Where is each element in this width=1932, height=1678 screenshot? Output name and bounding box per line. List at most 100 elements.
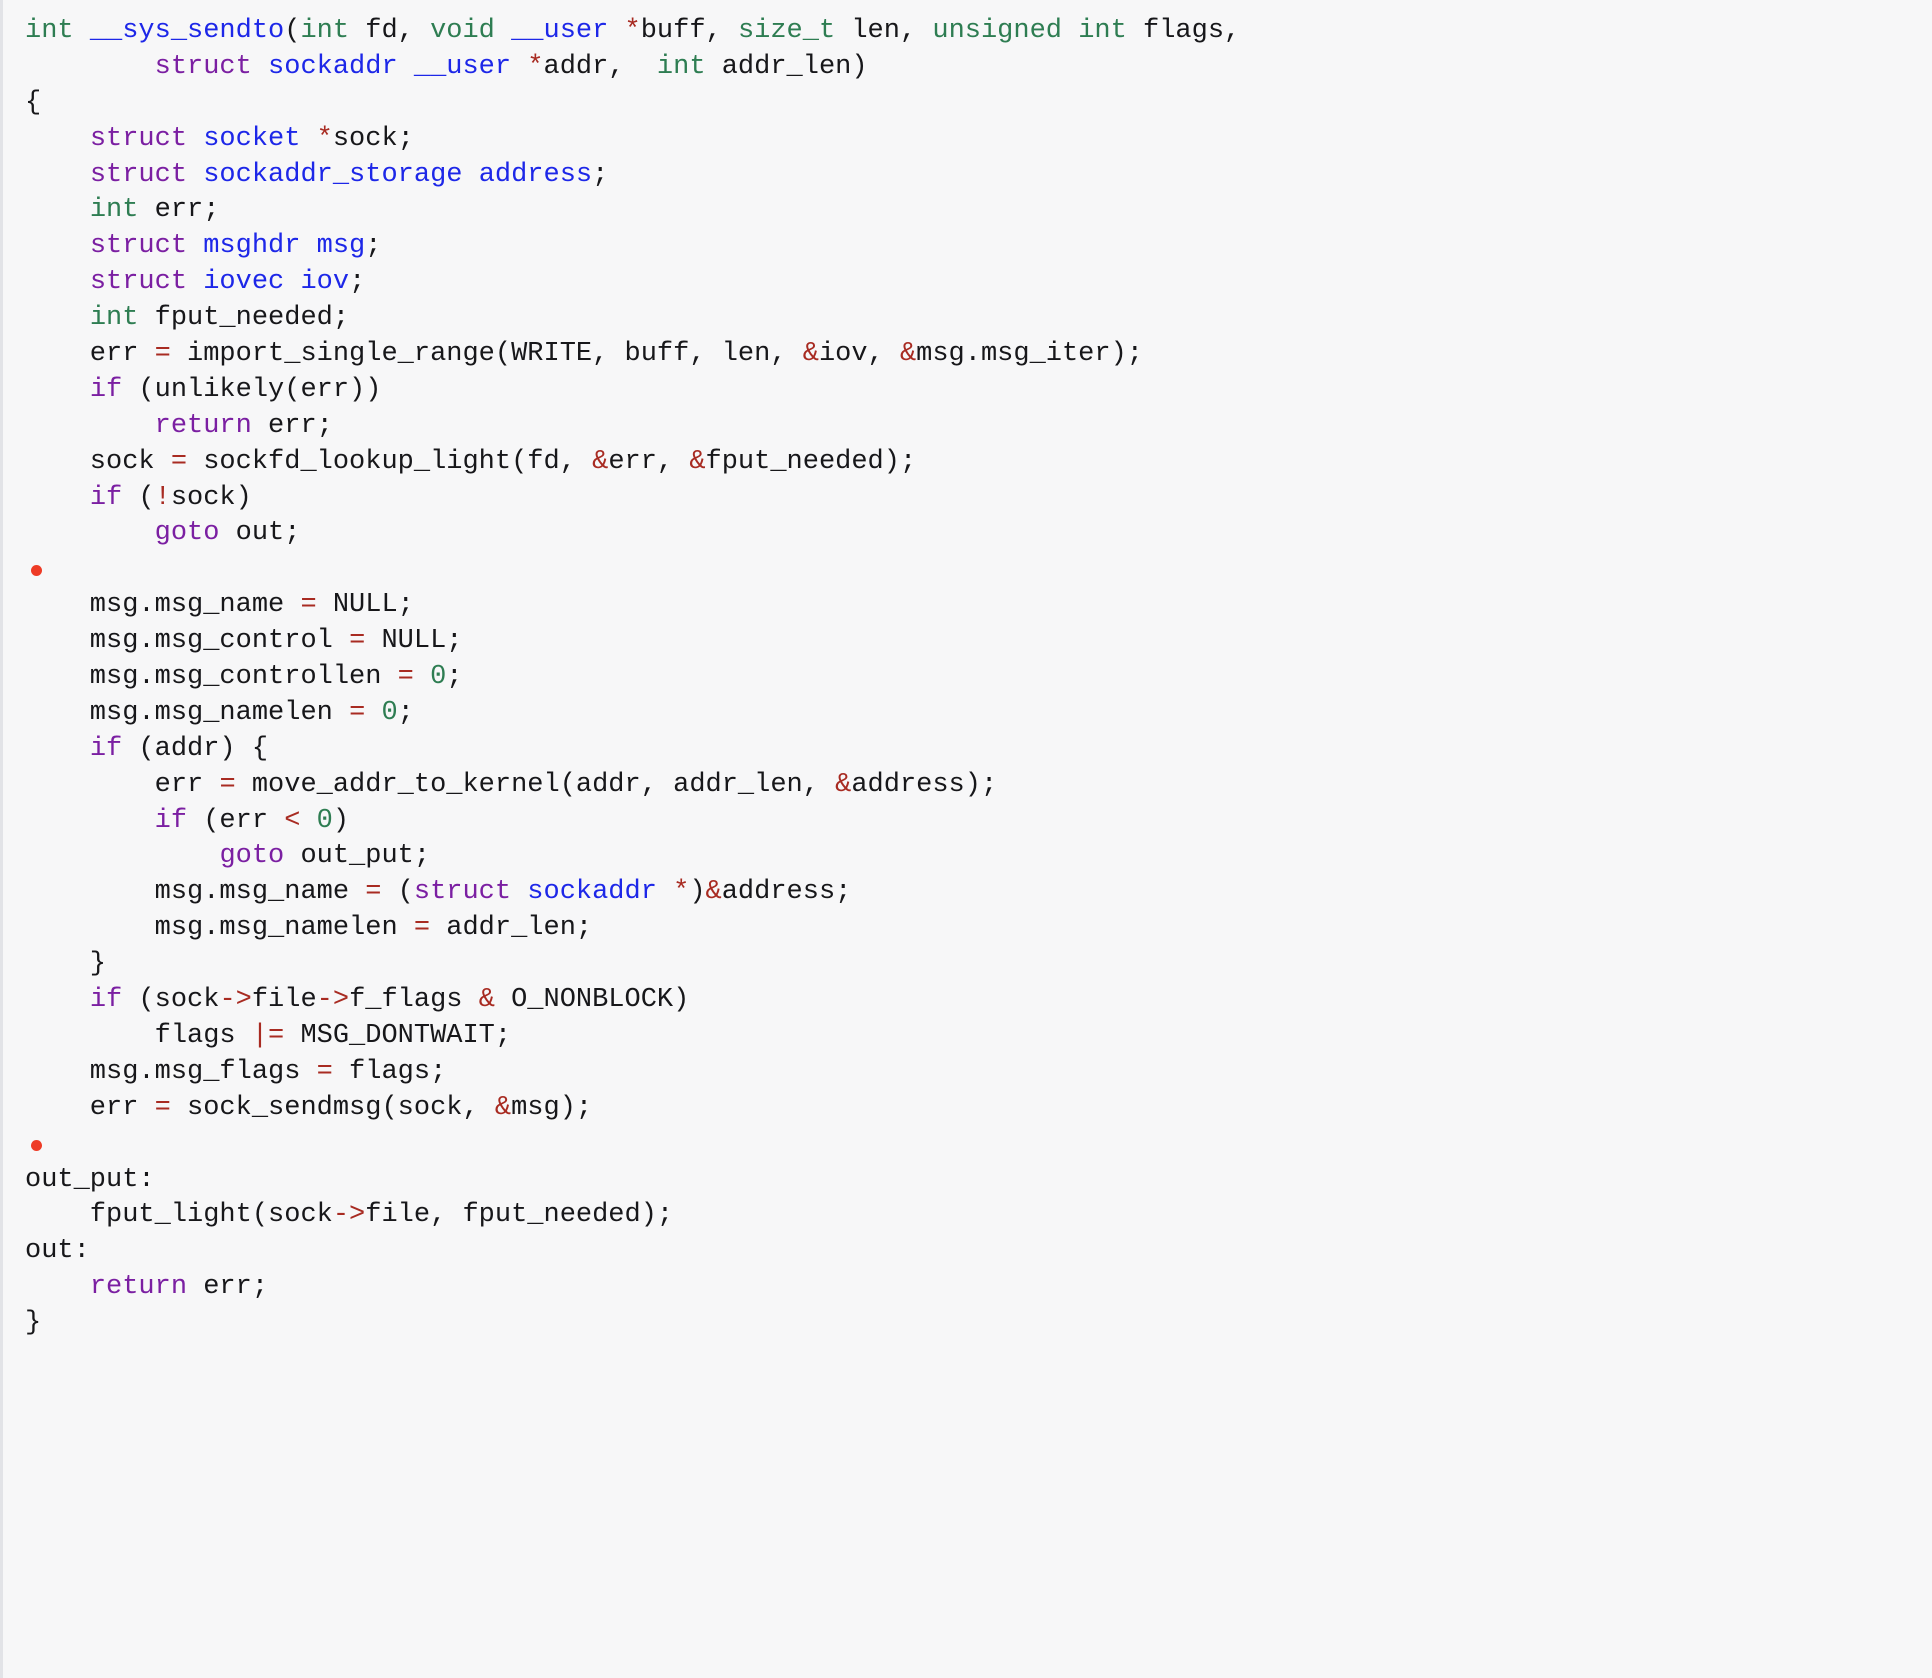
- code-token: =: [170, 446, 188, 477]
- code-token: ->: [219, 985, 252, 1016]
- code-token: =: [397, 662, 414, 693]
- code-line[interactable]: if (sock->file->f_flags & O_NONBLOCK): [3, 983, 1932, 1019]
- code-token: out_put:: [25, 1164, 155, 1195]
- code-token: return: [154, 410, 252, 441]
- code-line[interactable]: goto out_put;: [3, 839, 1932, 875]
- code-line-text: err = move_addr_to_kernel(addr, addr_len…: [25, 769, 998, 800]
- code-line-text: int __sys_sendto(int fd, void __user *bu…: [25, 16, 1240, 46]
- code-token: iov,: [818, 339, 900, 370]
- code-token: *: [624, 16, 641, 46]
- code-token: err,: [608, 446, 690, 477]
- code-line-text: if (err < 0): [25, 806, 349, 836]
- code-line[interactable]: out:: [3, 1234, 1932, 1270]
- code-token: if: [89, 374, 123, 405]
- code-line-text: msg.msg_namelen = addr_len;: [25, 913, 593, 944]
- code-token: 0: [430, 662, 447, 693]
- code-line[interactable]: if (err < 0): [3, 804, 1932, 840]
- code-line[interactable]: msg.msg_controllen = 0;: [3, 660, 1932, 696]
- code-line[interactable]: msg.msg_name = (struct sockaddr *)&addre…: [3, 875, 1932, 911]
- code-token: {: [25, 87, 42, 118]
- code-token: err: [25, 339, 155, 370]
- code-line-text: struct socket *sock;: [25, 124, 414, 154]
- code-line[interactable]: msg.msg_namelen = 0;: [3, 696, 1932, 732]
- code-line-marker[interactable]: [3, 1127, 1932, 1163]
- code-token: struct: [89, 159, 188, 190]
- code-line[interactable]: if (!sock): [3, 481, 1932, 517]
- code-line[interactable]: struct iovec iov;: [3, 265, 1932, 301]
- code-line[interactable]: err = sock_sendmsg(sock, &msg);: [3, 1091, 1932, 1127]
- code-token: (: [284, 16, 301, 46]
- code-line-text: int fput_needed;: [25, 303, 349, 333]
- code-line[interactable]: msg.msg_flags = flags;: [3, 1055, 1932, 1091]
- code-token: addr,: [543, 51, 657, 82]
- code-line[interactable]: return err;: [3, 409, 1932, 445]
- code-token: sock;: [332, 123, 414, 154]
- code-line-text: err = sock_sendmsg(sock, &msg);: [25, 1093, 592, 1123]
- code-token: &: [835, 769, 852, 800]
- code-line[interactable]: goto out;: [3, 516, 1932, 552]
- code-line[interactable]: int fput_needed;: [3, 301, 1932, 337]
- code-token: addr_len;: [430, 913, 593, 944]
- code-line-text: out:: [25, 1236, 90, 1266]
- code-token: __user: [511, 16, 609, 46]
- code-line[interactable]: msg.msg_control = NULL;: [3, 624, 1932, 660]
- code-listing-panel[interactable]: int __sys_sendto(int fd, void __user *bu…: [0, 0, 1932, 1678]
- code-line-marker[interactable]: [3, 552, 1932, 588]
- code-token: &: [899, 339, 917, 370]
- code-line[interactable]: fput_light(sock->file, fput_needed);: [3, 1198, 1932, 1234]
- code-line[interactable]: msg.msg_namelen = addr_len;: [3, 911, 1932, 947]
- code-line-text: if (!sock): [25, 483, 252, 513]
- code-line[interactable]: flags |= MSG_DONTWAIT;: [3, 1019, 1932, 1055]
- code-token: sockaddr_storage: [203, 159, 463, 190]
- code-token: ;: [349, 267, 366, 298]
- code-token: f_flags: [349, 985, 479, 1016]
- code-token: ): [332, 805, 350, 836]
- code-line[interactable]: }: [3, 947, 1932, 983]
- code-token: struct: [413, 877, 512, 908]
- code-line[interactable]: {: [3, 86, 1932, 122]
- code-token: (unlikely(err)): [122, 374, 382, 405]
- code-token: NULL;: [316, 590, 414, 621]
- code-line-text: flags |= MSG_DONTWAIT;: [25, 1021, 511, 1051]
- code-line[interactable]: if (unlikely(err)): [3, 373, 1932, 409]
- code-line[interactable]: struct sockaddr __user *addr, int addr_l…: [3, 50, 1932, 86]
- breakpoint-marker-icon[interactable]: [31, 565, 42, 577]
- code-token: len,: [835, 16, 933, 46]
- code-token: MSG_DONTWAIT;: [284, 1020, 512, 1051]
- code-line[interactable]: int __sys_sendto(int fd, void __user *bu…: [3, 14, 1932, 50]
- code-token: addr_len): [705, 51, 868, 82]
- code-token: msg: [316, 231, 366, 262]
- code-line[interactable]: err = move_addr_to_kernel(addr, addr_len…: [3, 768, 1932, 804]
- code-line-text: struct msghdr msg;: [25, 231, 382, 262]
- code-line[interactable]: struct socket *sock;: [3, 122, 1932, 158]
- code-token: msg.msg_iter);: [916, 339, 1143, 370]
- code-line[interactable]: struct msghdr msg;: [3, 229, 1932, 265]
- code-line[interactable]: err = import_single_range(WRITE, buff, l…: [3, 337, 1932, 373]
- code-line[interactable]: int err;: [3, 193, 1932, 229]
- code-line[interactable]: if (addr) {: [3, 732, 1932, 768]
- code-line-text: }: [25, 1308, 41, 1338]
- code-line[interactable]: sock = sockfd_lookup_light(fd, &err, &fp…: [3, 445, 1932, 481]
- code-token: =: [219, 769, 236, 800]
- breakpoint-marker-icon[interactable]: [31, 1139, 42, 1151]
- code-line[interactable]: out_put:: [3, 1163, 1932, 1199]
- code-token: sockaddr: [268, 51, 398, 82]
- code-line[interactable]: return err;: [3, 1270, 1932, 1306]
- code-token: out:: [25, 1236, 90, 1267]
- code-lines-container: int __sys_sendto(int fd, void __user *bu…: [3, 14, 1932, 1342]
- code-line[interactable]: struct sockaddr_storage address;: [3, 158, 1932, 194]
- code-line[interactable]: msg.msg_name = NULL;: [3, 588, 1932, 624]
- code-token: __sys_sendto: [89, 16, 285, 46]
- code-line[interactable]: }: [3, 1306, 1932, 1342]
- code-token: (: [122, 482, 155, 513]
